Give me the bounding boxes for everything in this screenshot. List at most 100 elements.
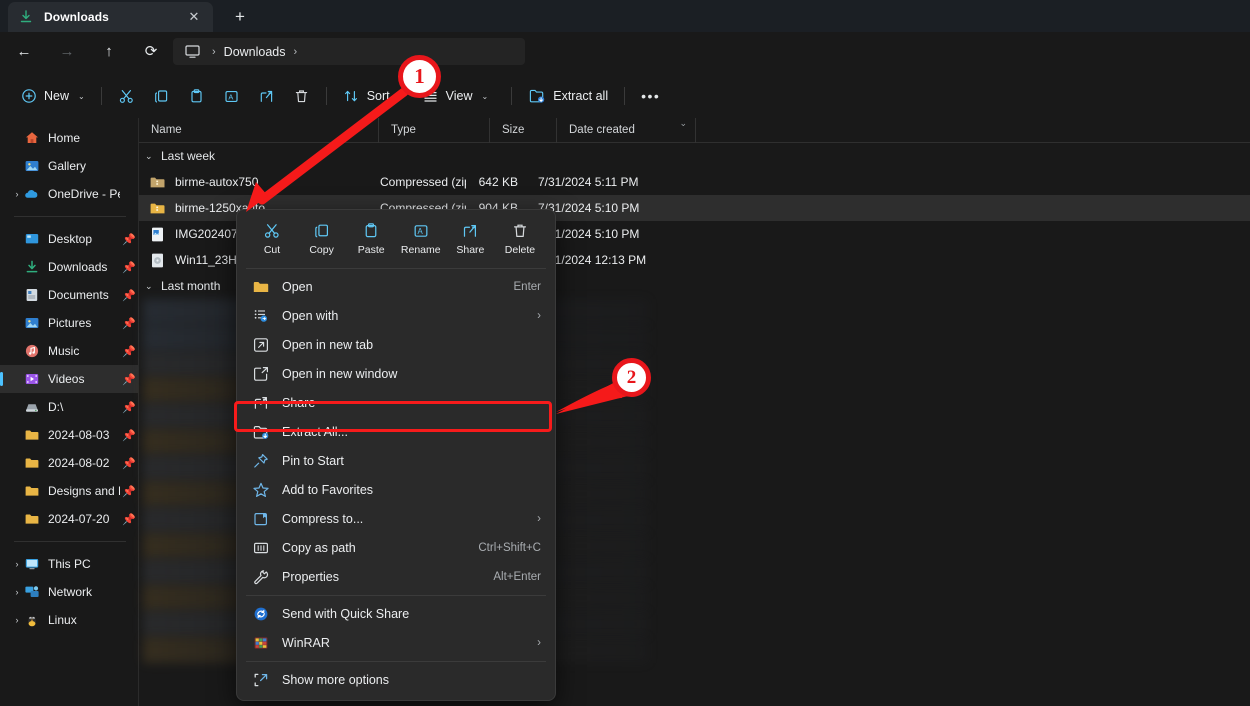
pin-icon[interactable]: 📌 [120, 317, 138, 330]
image-file-icon [149, 226, 166, 243]
sidebar-item-d-drive[interactable]: D:\ 📌 [0, 393, 138, 421]
table-row[interactable]: birme-autox750 Compressed (zipp… 642 KB … [139, 169, 1250, 195]
sidebar-item-label: 2024-07-20 [48, 512, 120, 526]
sidebar-item-label: OneDrive - Persona [48, 187, 120, 201]
context-rename-button[interactable]: A Rename [397, 218, 445, 258]
back-button[interactable]: ← [11, 39, 37, 63]
context-item-pin-to-start[interactable]: Pin to Start [242, 447, 550, 475]
breadcrumb-path[interactable]: Downloads [224, 45, 286, 59]
forward-button[interactable]: → [54, 39, 80, 63]
context-item-open[interactable]: Open Enter [242, 273, 550, 301]
breadcrumb[interactable]: › Downloads › [173, 38, 525, 65]
chevron-right-icon[interactable]: › [10, 559, 24, 569]
sort-button[interactable]: Sort [334, 81, 399, 111]
sidebar-item-label: D:\ [48, 400, 120, 414]
column-header-size[interactable]: Size [489, 118, 556, 143]
close-icon[interactable]: ✕ [183, 6, 205, 28]
chevron-right-icon[interactable]: › [10, 615, 24, 625]
pin-icon[interactable]: 📌 [120, 457, 138, 470]
group-header-last-week[interactable]: ⌄ Last week [139, 143, 1250, 169]
pin-icon[interactable]: 📌 [120, 373, 138, 386]
context-item-add-to-favorites[interactable]: Add to Favorites [242, 476, 550, 504]
context-item-properties[interactable]: Properties Alt+Enter [242, 563, 550, 591]
column-header-date-created[interactable]: Date created ⌄ [556, 118, 695, 143]
pictures-icon [24, 315, 40, 331]
context-item-open-with[interactable]: Open with › [242, 302, 550, 330]
sidebar-item-pictures[interactable]: Pictures 📌 [0, 309, 138, 337]
music-icon [24, 343, 40, 359]
context-item-compress-to[interactable]: Compress to... › [242, 505, 550, 533]
context-paste-button[interactable]: Paste [347, 218, 395, 258]
context-item-share[interactable]: Share [242, 389, 550, 417]
chevron-down-icon[interactable]: ⌄ [145, 151, 161, 162]
folder-icon [252, 278, 270, 296]
pin-icon[interactable]: 📌 [120, 485, 138, 498]
column-header-name[interactable]: Name [139, 118, 378, 143]
context-item-winrar[interactable]: WinRAR › [242, 629, 550, 657]
pin-icon[interactable]: 📌 [120, 401, 138, 414]
column-header-type[interactable]: Type [378, 118, 489, 143]
sidebar-item-network[interactable]: › Network [0, 578, 138, 606]
rename-button[interactable]: A [214, 81, 249, 111]
sidebar-item-folder-2024-08-03[interactable]: 2024-08-03 📌 [0, 421, 138, 449]
chevron-down-icon: ⌄ [78, 92, 85, 101]
column-header-label: Date created [569, 124, 635, 136]
pin-icon[interactable]: 📌 [120, 429, 138, 442]
sidebar-item-folder-designs[interactable]: Designs and Do 📌 [0, 477, 138, 505]
share-icon [461, 222, 479, 240]
sidebar-item-this-pc[interactable]: › This PC [0, 550, 138, 578]
chevron-right-icon[interactable]: › [10, 587, 24, 597]
paste-button[interactable] [179, 81, 214, 111]
refresh-button[interactable]: ⟳ [138, 39, 164, 63]
pin-icon[interactable]: 📌 [120, 289, 138, 302]
context-item-send-with-quick-share[interactable]: Send with Quick Share [242, 600, 550, 628]
pin-icon[interactable]: 📌 [120, 513, 138, 526]
context-delete-button[interactable]: Delete [496, 218, 544, 258]
extract-all-button[interactable]: Extract all [519, 81, 617, 111]
context-item-open-in-new-window[interactable]: Open in new window [242, 360, 550, 388]
context-menu: Cut Copy Paste [236, 209, 556, 701]
copy-button[interactable] [144, 81, 179, 111]
sidebar-item-label: Documents [48, 288, 120, 302]
videos-icon [24, 371, 40, 387]
pin-icon[interactable]: 📌 [120, 233, 138, 246]
sidebar-item-documents[interactable]: Documents 📌 [0, 281, 138, 309]
sidebar-item-onedrive[interactable]: › OneDrive - Persona [0, 180, 138, 208]
submenu-chevron-icon: › [537, 637, 541, 649]
sidebar-item-downloads[interactable]: Downloads 📌 [0, 253, 138, 281]
sidebar-item-music[interactable]: Music 📌 [0, 337, 138, 365]
sidebar-item-folder-2024-08-02[interactable]: 2024-08-02 📌 [0, 449, 138, 477]
sidebar-item-desktop[interactable]: Desktop 📌 [0, 225, 138, 253]
tab-downloads[interactable]: Downloads ✕ [8, 2, 213, 32]
sidebar-item-gallery[interactable]: Gallery [0, 152, 138, 180]
context-item-show-more-options[interactable]: Show more options [242, 666, 550, 694]
cut-button[interactable] [109, 81, 144, 111]
sidebar-item-home[interactable]: Home [0, 124, 138, 152]
new-tab-button[interactable]: + [228, 6, 252, 28]
up-button[interactable]: ↑ [96, 39, 122, 63]
share-button[interactable] [249, 81, 284, 111]
chevron-right-icon[interactable]: › [10, 189, 24, 199]
context-cut-button[interactable]: Cut [248, 218, 296, 258]
context-share-button[interactable]: Share [446, 218, 494, 258]
context-item-extract-all[interactable]: Extract All... [242, 418, 550, 446]
column-header-label: Name [151, 124, 182, 136]
context-item-open-in-new-tab[interactable]: Open in new tab [242, 331, 550, 359]
sidebar-item-folder-2024-07-20[interactable]: 2024-07-20 📌 [0, 505, 138, 533]
context-menu-toolbar: Cut Copy Paste [240, 215, 552, 264]
quick-share-icon [252, 605, 270, 623]
delete-button[interactable] [284, 81, 319, 111]
folder-icon [24, 511, 40, 527]
pin-icon[interactable]: 📌 [120, 261, 138, 274]
context-item-copy-as-path[interactable]: Copy as path Ctrl+Shift+C [242, 534, 550, 562]
context-copy-button[interactable]: Copy [298, 218, 346, 258]
chevron-down-icon[interactable]: ⌄ [145, 281, 161, 292]
divider [101, 87, 102, 105]
new-button[interactable]: New ⌄ [12, 81, 94, 111]
context-paste-label: Paste [358, 244, 385, 256]
more-options-button[interactable]: ••• [632, 81, 669, 111]
sidebar-item-linux[interactable]: › Linux [0, 606, 138, 634]
context-divider [246, 661, 546, 662]
sidebar-item-videos[interactable]: Videos 📌 [0, 365, 138, 393]
pin-icon[interactable]: 📌 [120, 345, 138, 358]
